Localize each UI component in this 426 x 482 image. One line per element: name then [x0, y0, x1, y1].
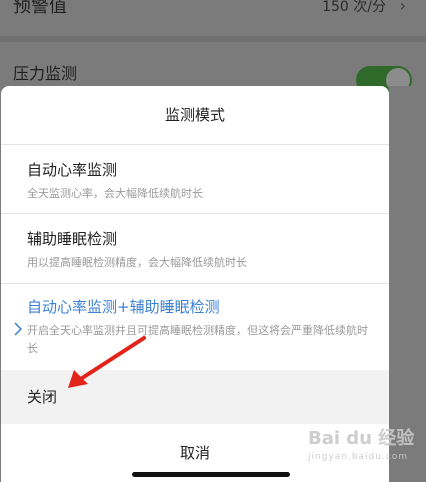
monitor-mode-sheet: 监测模式 自动心率监测 全天监测心率，会大幅降低续航时长 辅助睡眠检测 用以提高… [1, 86, 389, 482]
option-title: 辅助睡眠检测 [27, 230, 118, 248]
watermark: Bai du 经验 jingyan.baidu.com [308, 424, 414, 462]
home-indicator [132, 472, 290, 477]
watermark-sub: jingyan.baidu.com [308, 452, 409, 462]
watermark-text: Bai du 经验 [308, 428, 415, 449]
background-right-strip [389, 86, 426, 482]
warning-value-value: 150 次/分 [322, 0, 386, 15]
option-heart-rate-plus-sleep[interactable]: 自动心率监测+辅助睡眠检测 开启全天心率监测并且可提高睡眠检测精度，但这将会严重… [1, 284, 389, 370]
option-title: 自动心率监测 [27, 161, 118, 179]
chevron-right-icon: › [399, 0, 406, 15]
warning-value-row[interactable]: 预警值 150 次/分 › [0, 0, 426, 30]
option-desc: 用以提高睡眠检测精度，会大幅降低续航时长 [27, 256, 247, 269]
stress-monitor-label: 压力监测 [13, 64, 78, 83]
selected-chevron-icon [13, 322, 27, 336]
section-divider [0, 36, 426, 42]
option-title: 自动心率监测+辅助睡眠检测 [27, 298, 220, 316]
option-sleep-assist[interactable]: 辅助睡眠检测 用以提高睡眠检测精度，会大幅降低续航时长 [1, 214, 389, 283]
close-label: 关闭 [27, 388, 58, 406]
option-auto-heart-rate[interactable]: 自动心率监测 全天监测心率，会大幅降低续航时长 [1, 145, 389, 212]
warning-value-label: 预警值 [13, 0, 67, 17]
close-option[interactable]: 关闭 [1, 370, 389, 424]
option-desc: 全天监测心率，会大幅降低续航时长 [27, 187, 203, 200]
annotation-arrow-icon [68, 336, 146, 388]
sheet-title: 监测模式 [164, 106, 225, 124]
